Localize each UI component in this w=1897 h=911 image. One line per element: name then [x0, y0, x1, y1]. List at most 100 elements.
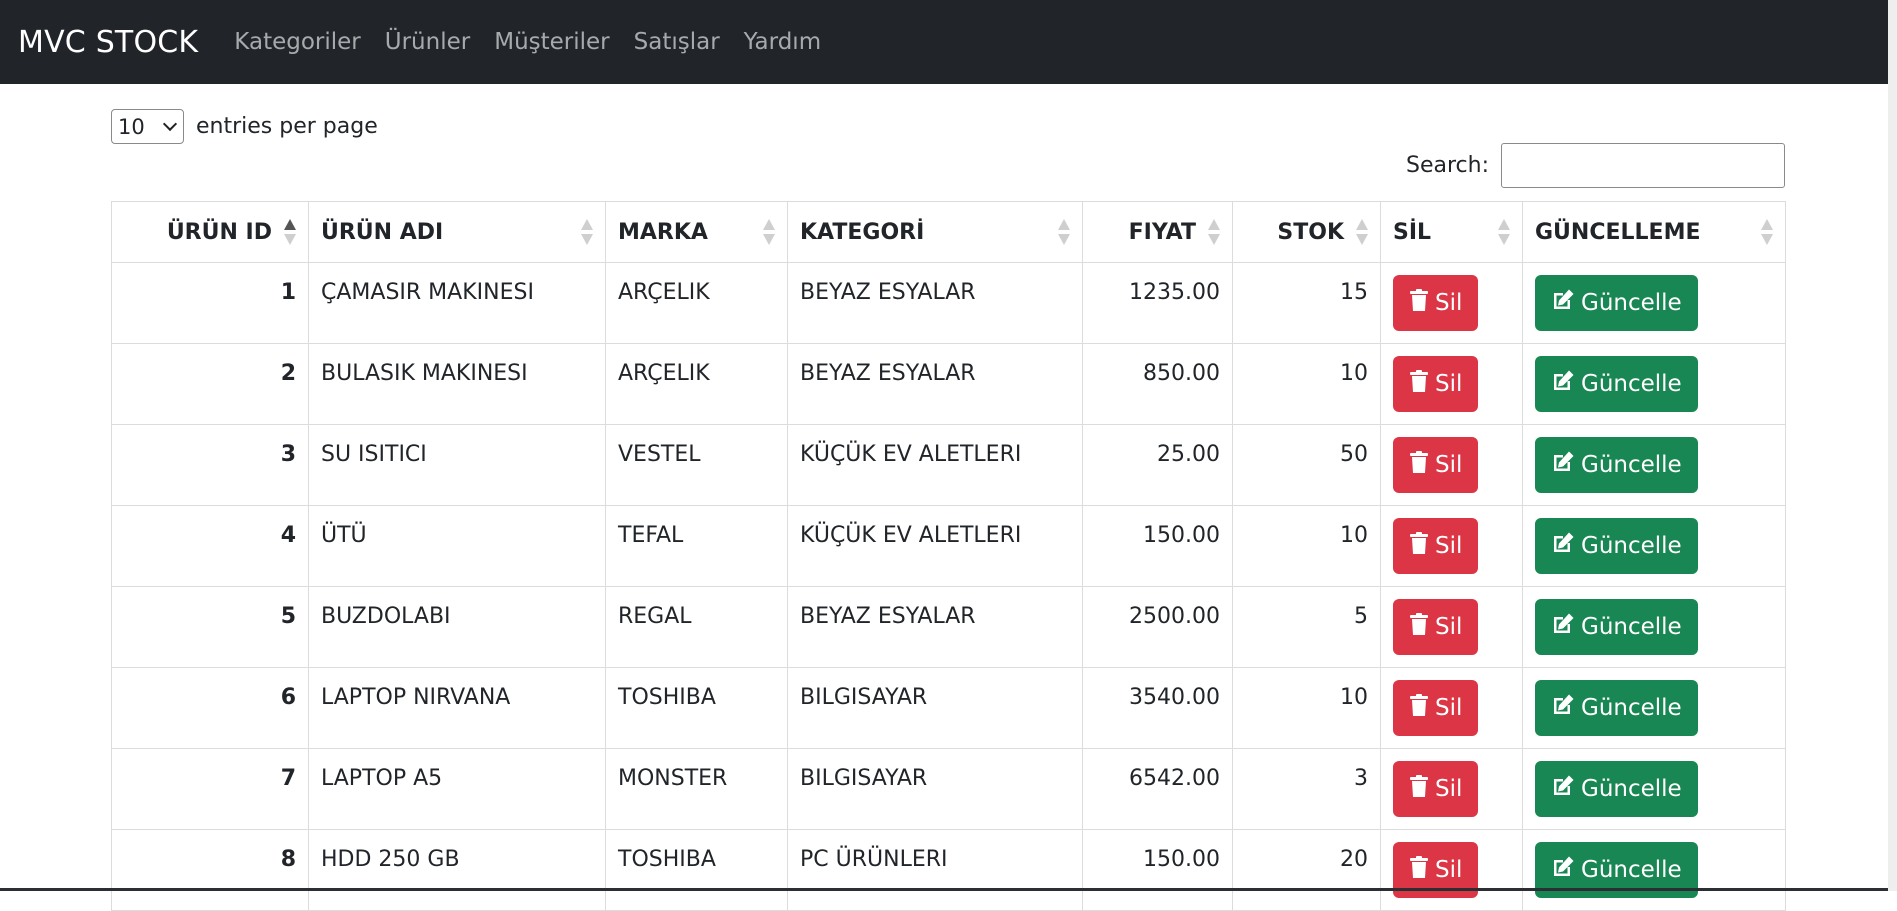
delete-cell: Sil	[1380, 424, 1523, 506]
nav-link-kategoriler[interactable]: Kategoriler	[234, 29, 360, 55]
update-button-label: Güncelle	[1581, 695, 1682, 721]
column-header[interactable]: ÜRÜN ID	[111, 201, 309, 263]
update-cell: Güncelle	[1522, 667, 1786, 749]
delete-cell: Sil	[1380, 667, 1523, 749]
delete-button[interactable]: Sil	[1393, 356, 1479, 412]
column-header[interactable]: MARKA	[605, 201, 788, 263]
table-header-row: ÜRÜN ID ÜRÜN ADI MARKA KATEGORİ FIYAT STOK SİL…	[111, 201, 1786, 263]
delete-button[interactable]: Sil	[1393, 599, 1479, 655]
edit-icon	[1551, 531, 1581, 561]
product-stock-cell: 10	[1232, 667, 1381, 749]
product-name-cell: ÇAMASIR MAKINESI	[308, 262, 606, 344]
delete-cell: Sil	[1380, 343, 1523, 425]
entries-per-page-select[interactable]: 10	[111, 109, 184, 144]
product-stock-cell: 15	[1232, 262, 1381, 344]
product-stock-cell: 3	[1232, 748, 1381, 830]
table-row: 4 ÜTÜ TEFAL KÜÇÜK EV ALETLERI 150.00 10 Sil Gün…	[111, 505, 1786, 587]
update-cell: Güncelle	[1522, 343, 1786, 425]
delete-button[interactable]: Sil	[1393, 437, 1479, 493]
sort-icon	[581, 219, 593, 245]
delete-button-label: Sil	[1435, 695, 1463, 721]
sort-icon	[1208, 219, 1220, 245]
trash-icon	[1409, 856, 1435, 884]
entries-select-value: 10	[118, 114, 145, 139]
nav-link-yardim[interactable]: Yardım	[744, 29, 821, 55]
trash-icon	[1409, 451, 1435, 479]
product-id-cell: 1	[111, 262, 309, 344]
sort-icon	[284, 219, 296, 245]
edit-icon	[1551, 612, 1581, 642]
product-stock-cell: 10	[1232, 343, 1381, 425]
column-header-label: ÜRÜN ID	[166, 219, 272, 245]
update-button-label: Güncelle	[1581, 614, 1682, 640]
product-name-cell: ÜTÜ	[308, 505, 606, 587]
table-row: 6 LAPTOP NIRVANA TOSHIBA BILGISAYAR 3540.00 1…	[111, 667, 1786, 749]
product-brand-cell: TOSHIBA	[605, 829, 788, 911]
delete-button[interactable]: Sil	[1393, 761, 1479, 817]
update-button-label: Güncelle	[1581, 776, 1682, 802]
column-header-label: GÜNCELLEME	[1535, 219, 1701, 245]
column-header[interactable]: SİL	[1380, 201, 1523, 263]
delete-button[interactable]: Sil	[1393, 275, 1479, 331]
product-brand-cell: ARÇELIK	[605, 343, 788, 425]
column-header[interactable]: GÜNCELLEME	[1522, 201, 1786, 263]
product-name-cell: LAPTOP A5	[308, 748, 606, 830]
product-name-cell: BULASIK MAKINESI	[308, 343, 606, 425]
product-category-cell: BILGISAYAR	[787, 748, 1083, 830]
search-label: Search:	[1406, 153, 1489, 178]
edit-icon	[1551, 450, 1581, 480]
update-button[interactable]: Güncelle	[1535, 275, 1698, 331]
brand-link[interactable]: MVC STOCK	[18, 25, 198, 60]
product-price-cell: 150.00	[1082, 505, 1233, 587]
edit-icon	[1551, 288, 1581, 318]
table-row: 2 BULASIK MAKINESI ARÇELIK BEYAZ ESYALAR 850…	[111, 343, 1786, 425]
search-control: Search:	[1406, 143, 1785, 188]
delete-button-label: Sil	[1435, 452, 1463, 478]
product-price-cell: 1235.00	[1082, 262, 1233, 344]
nav-link-musteriler[interactable]: Müşteriler	[494, 29, 609, 55]
update-cell: Güncelle	[1522, 505, 1786, 587]
update-button[interactable]: Güncelle	[1535, 761, 1698, 817]
product-stock-cell: 10	[1232, 505, 1381, 587]
scrollbar[interactable]	[1888, 0, 1897, 891]
update-button[interactable]: Güncelle	[1535, 599, 1698, 655]
trash-icon	[1409, 613, 1435, 641]
product-category-cell: KÜÇÜK EV ALETLERI	[787, 505, 1083, 587]
sort-icon	[1356, 219, 1368, 245]
product-stock-cell: 50	[1232, 424, 1381, 506]
delete-button-label: Sil	[1435, 533, 1463, 559]
column-header-label: KATEGORİ	[800, 219, 925, 245]
column-header[interactable]: ÜRÜN ADI	[308, 201, 606, 263]
search-input[interactable]	[1501, 143, 1785, 188]
column-header[interactable]: KATEGORİ	[787, 201, 1083, 263]
delete-button[interactable]: Sil	[1393, 518, 1479, 574]
delete-button[interactable]: Sil	[1393, 680, 1479, 736]
column-header-label: FIYAT	[1128, 219, 1196, 245]
column-header[interactable]: FIYAT	[1082, 201, 1233, 263]
product-name-cell: HDD 250 GB	[308, 829, 606, 911]
update-cell: Güncelle	[1522, 829, 1786, 911]
navbar: MVC STOCK Kategoriler Ürünler Müşteriler…	[0, 0, 1897, 84]
table-row: 5 BUZDOLABI REGAL BEYAZ ESYALAR 2500.00 5 Sil G…	[111, 586, 1786, 668]
entries-control: 10 entries per page	[111, 109, 378, 144]
edit-icon	[1551, 774, 1581, 804]
edit-icon	[1551, 693, 1581, 723]
nav-link-satislar[interactable]: Satışlar	[634, 29, 720, 55]
update-button[interactable]: Güncelle	[1535, 437, 1698, 493]
column-header[interactable]: STOK	[1232, 201, 1381, 263]
delete-cell: Sil	[1380, 262, 1523, 344]
update-button[interactable]: Güncelle	[1535, 680, 1698, 736]
delete-cell: Sil	[1380, 586, 1523, 668]
delete-button-label: Sil	[1435, 614, 1463, 640]
column-header-label: ÜRÜN ADI	[321, 219, 444, 245]
update-button[interactable]: Güncelle	[1535, 518, 1698, 574]
update-button-label: Güncelle	[1581, 533, 1682, 559]
product-category-cell: PC ÜRÜNLERI	[787, 829, 1083, 911]
product-id-cell: 3	[111, 424, 309, 506]
product-category-cell: BEYAZ ESYALAR	[787, 586, 1083, 668]
update-cell: Güncelle	[1522, 748, 1786, 830]
update-button[interactable]: Güncelle	[1535, 356, 1698, 412]
table-row: 7 LAPTOP A5 MONSTER BILGISAYAR 6542.00 3 Sil Gü…	[111, 748, 1786, 830]
product-stock-cell: 5	[1232, 586, 1381, 668]
nav-link-urunler[interactable]: Ürünler	[385, 29, 470, 55]
